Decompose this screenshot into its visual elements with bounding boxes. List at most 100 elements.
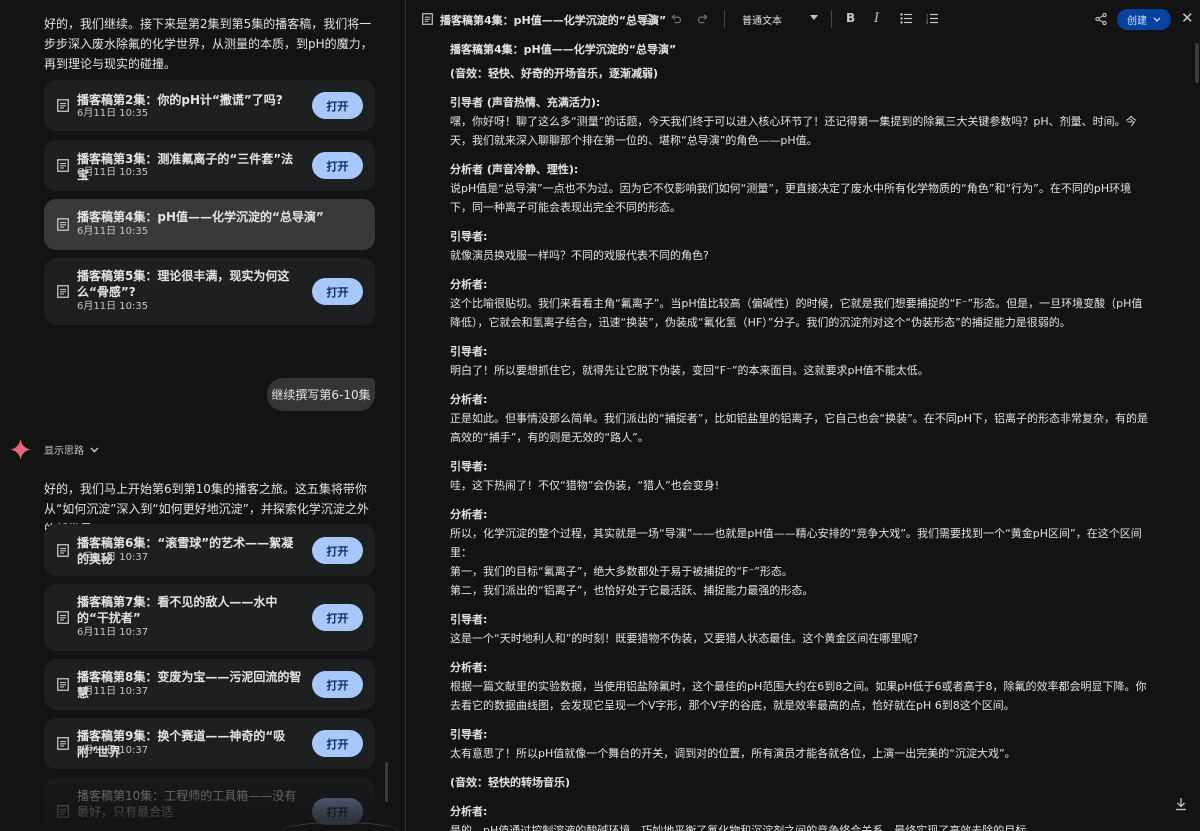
open-button[interactable]: 打开: [312, 730, 363, 757]
paragraph: 嘿，你好呀！聊了这么多“测量”的话题，今天我们终于可以进入核心环节了！还记得第一…: [450, 115, 1137, 147]
doc-card-date: 6月11日 10:35: [77, 108, 149, 119]
paragraph: 是的。pH值通过控制溶液的酸碱环境，巧妙地平衡了氟化物和沉淀剂之间的竞争络合关系…: [450, 824, 1038, 831]
speaker-heading: 分析者 (声音冷静、理性):: [450, 163, 579, 176]
doc-card-date: 6月11日 10:35: [77, 167, 149, 178]
scroll-to-bottom-button[interactable]: [1169, 790, 1193, 818]
user-message: 继续撰写第6-10集: [267, 378, 375, 411]
show-thoughts-label: 显示思路: [44, 446, 84, 457]
open-button[interactable]: 打开: [312, 152, 363, 179]
share-icon[interactable]: [1095, 13, 1107, 25]
doc-card-ep4[interactable]: 播客稿第4集：pH值——化学沉淀的“总导演” 6月11日 10:35: [44, 199, 375, 250]
jump-to-end-icon: [1176, 798, 1186, 811]
toolbar-divider: [724, 10, 725, 28]
bulleted-list-icon[interactable]: [900, 13, 912, 24]
speaker-heading: 引导者:: [450, 460, 488, 473]
doc-card-date: 6月11日 10:37: [77, 686, 149, 697]
paragraph: 这个比喻很贴切。我们来看看主角“氟离子”。当pH值比较高（偏碱性）的时候，它就是…: [450, 297, 1143, 329]
paragraph: 根据一篇文献里的实验数据，当使用铝盐除氟时，这个最佳的pH范围大约在6到8之间。…: [450, 680, 1147, 712]
numbered-list-icon[interactable]: 123: [926, 13, 938, 24]
document-icon: [57, 218, 69, 231]
doc-card-ep5[interactable]: 播客稿第5集：理论很丰满，现实为何这么“骨感”? 6月11日 10:35 打开: [44, 258, 375, 325]
paragraph: 明白了！所以要想抓住它，就得先让它脱下伪装，变回“F⁻”的本来面目。这就要求pH…: [450, 364, 929, 377]
doc-card-ep8[interactable]: 播客稿第8集：变废为宝——污泥回流的智慧 6月11日 10:37 打开: [44, 659, 375, 710]
italic-icon[interactable]: I: [874, 11, 879, 26]
speaker-heading: 引导者:: [450, 728, 488, 741]
open-button[interactable]: 打开: [312, 278, 363, 305]
speaker-heading: 引导者 (声音热情、充满活力):: [450, 96, 601, 109]
document-icon: [57, 159, 69, 172]
speaker-heading: 分析者:: [450, 661, 488, 674]
doc-card-ep2[interactable]: 播客稿第2集：你的pH计“撒谎”了吗? 6月11日 10:35 打开: [44, 80, 375, 131]
undo-icon[interactable]: [671, 13, 682, 24]
document-icon: [57, 737, 69, 750]
doc-card-title: 播客稿第4集：pH值——化学沉淀的“总导演”: [77, 210, 324, 224]
speaker-heading: (音效：轻快的转场音乐): [450, 776, 571, 789]
close-icon[interactable]: ✕: [1181, 9, 1194, 27]
paragraph: 所以，化学沉淀的整个过程，其实就是一场“导演”——也就是pH值——精心安排的“竞…: [450, 527, 1142, 597]
speaker-heading: (音效：轻快、好奇的开场音乐，逐渐减弱): [450, 67, 659, 80]
show-thoughts-toggle[interactable]: 显示思路: [44, 442, 99, 457]
paragraph: 哇，这下热闹了！不仅“猎物”会伪装，“猎人”也会变身!: [450, 479, 720, 492]
document-title: 播客稿第4集：pH值——化学沉淀的“总导演”: [440, 14, 667, 27]
speaker-heading: 播客稿第4集：pH值——化学沉淀的“总导演”: [450, 43, 677, 56]
chevron-down-icon: [90, 446, 99, 453]
create-button[interactable]: 创建: [1117, 9, 1171, 30]
document-panel: 播客稿第4集：pH值——化学沉淀的“总导演” 普通文本 B I 123 创建 ✕…: [405, 0, 1200, 831]
gemini-spark-icon: [10, 439, 31, 460]
doc-card-date: 6月11日 10:35: [77, 226, 149, 237]
doc-card-date: 6月11日 10:35: [77, 301, 149, 312]
document-icon: [57, 99, 69, 112]
speaker-heading: 引导者:: [450, 345, 488, 358]
document-icon: [57, 544, 69, 557]
paragraph: 太有意思了！所以pH值就像一个舞台的开关，调到对的位置，所有演员才能各就各位，上…: [450, 747, 1016, 760]
chat-panel: 好的，我们继续。接下来是第2集到第5集的播客稿，我们将一步步深入废水除氟的化学世…: [0, 0, 404, 831]
toolbar-divider: [831, 10, 832, 28]
document-icon: [422, 13, 433, 25]
redo-icon[interactable]: [697, 13, 708, 24]
open-button[interactable]: 打开: [312, 92, 363, 119]
open-button[interactable]: 打开: [312, 537, 363, 564]
doc-card-title: 播客稿第7集：看不见的敌人——水中的“干扰者”: [77, 595, 278, 625]
speaker-heading: 分析者:: [450, 393, 488, 406]
speaker-heading: 引导者:: [450, 230, 488, 243]
bold-icon[interactable]: B: [846, 11, 855, 25]
doc-card-date: 6月11日 10:37: [77, 745, 149, 756]
doc-card-date: 6月11日 10:37: [77, 627, 149, 638]
document-toolbar: 播客稿第4集：pH值——化学沉淀的“总导演” 普通文本 B I 123 创建 ✕: [406, 0, 1200, 38]
text-style-dropdown[interactable]: 普通文本: [742, 12, 818, 27]
chat-scrollbar[interactable]: [385, 762, 388, 802]
document-body[interactable]: 播客稿第4集：pH值——化学沉淀的“总导演” (音效：轻快、好奇的开场音乐，逐渐减…: [450, 40, 1150, 831]
paragraph: 正是如此。但事情没那么简单。我们派出的“捕捉者”，比如铝盐里的铝离子，它自己也会…: [450, 412, 1149, 444]
document-icon: [57, 805, 69, 818]
paragraph: 就像演员换戏服一样吗？不同的戏服代表不同的角色?: [450, 249, 709, 262]
doc-card-ep7[interactable]: 播客稿第7集：看不见的敌人——水中的“干扰者” 6月11日 10:37 打开: [44, 584, 375, 651]
speaker-heading: 分析者:: [450, 805, 488, 818]
doc-card-ep9[interactable]: 播客稿第9集：换个赛道——神奇的“吸附”世界 6月11日 10:37 打开: [44, 718, 375, 769]
document-scrollbar[interactable]: [1195, 43, 1199, 83]
document-icon: [57, 678, 69, 691]
text-style-value: 普通文本: [742, 16, 782, 27]
paragraph: 这是一个“天时地利人和”的时刻！既要猎物不伪装，又要猎人状态最佳。这个黄金区间在…: [450, 632, 919, 645]
doc-card-ep3[interactable]: 播客稿第3集：测准氟离子的“三件套”法宝 6月11日 10:35 打开: [44, 140, 375, 191]
doc-card-title: 播客稿第2集：你的pH计“撒谎”了吗?: [77, 93, 283, 107]
dropdown-arrow-icon: [810, 15, 818, 20]
document-icon: [57, 611, 69, 624]
doc-card-date: 6月11日 10:37: [77, 552, 149, 563]
document-icon: [57, 285, 69, 298]
cloud-check-icon[interactable]: [642, 12, 657, 25]
open-button[interactable]: 打开: [312, 604, 363, 631]
paragraph: 说pH值是“总导演”一点也不为过。因为它不仅影响我们如何“测量”，更直接决定了废…: [450, 182, 1132, 214]
open-button[interactable]: 打开: [312, 798, 363, 825]
open-button[interactable]: 打开: [312, 671, 363, 698]
doc-card-ep6[interactable]: 播客稿第6集：“滚雪球”的艺术——絮凝的奥秘 6月11日 10:37 打开: [44, 524, 375, 576]
create-label: 创建: [1127, 16, 1147, 27]
